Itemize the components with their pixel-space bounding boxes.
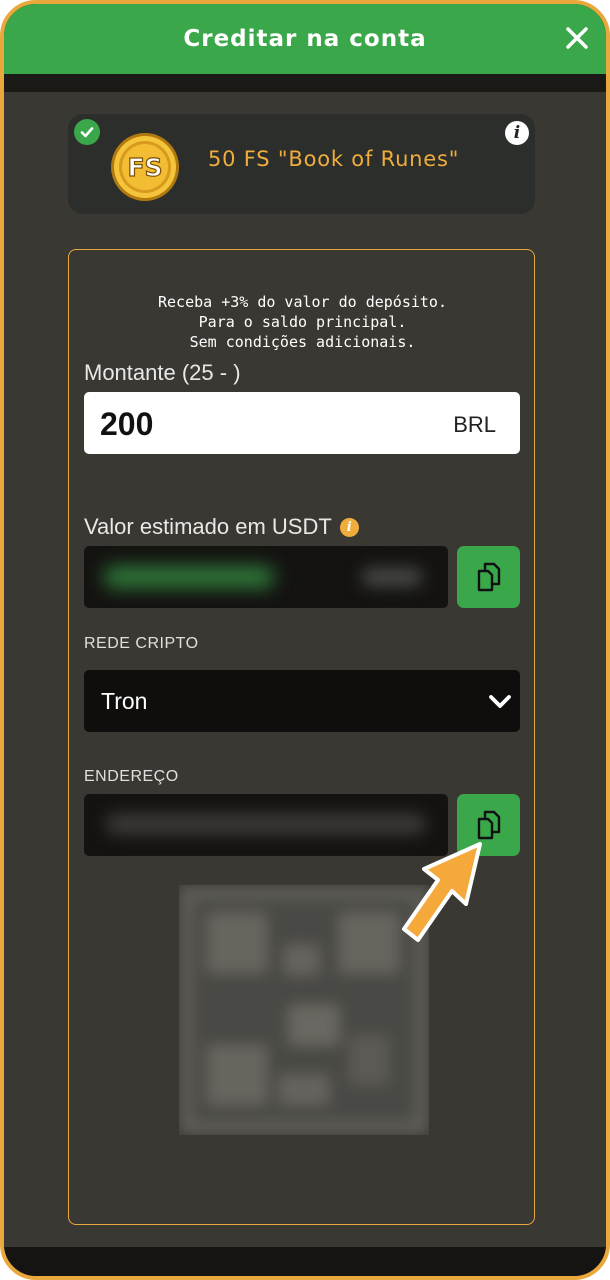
chevron-down-icon: [489, 695, 511, 708]
bonus-card[interactable]: i FS 50 FS "Book of Runes": [68, 114, 535, 214]
qr-code: [179, 885, 429, 1135]
modal-title: Creditar na conta: [183, 26, 427, 52]
usdt-estimate-label: Valor estimado em USDT i: [84, 514, 359, 540]
amount-label: Montante (25 - ): [84, 360, 241, 385]
usdt-estimate-field: [84, 546, 448, 608]
copy-estimate-button[interactable]: [457, 546, 520, 608]
pointing-arrow-icon: [402, 842, 482, 942]
close-icon[interactable]: [562, 23, 592, 53]
network-selected-value: Tron: [101, 688, 148, 714]
promo-line-3: Sem condições adicionais.: [189, 333, 416, 351]
promo-line-1: Receba +3% do valor do depósito.: [158, 293, 447, 311]
info-icon[interactable]: i: [505, 121, 529, 145]
modal-body: i FS 50 FS "Book of Runes" Receba +3% do…: [4, 92, 606, 1247]
address-field: [84, 794, 448, 856]
coin-text: FS: [127, 153, 162, 182]
check-icon: [74, 119, 100, 145]
promo-line-2: Para o saldo principal.: [198, 313, 407, 331]
copy-icon: [477, 562, 500, 592]
address-label: ENDEREÇO: [84, 768, 179, 785]
amount-value: 200: [100, 406, 154, 442]
modal-header: Creditar na conta: [4, 4, 606, 74]
network-label: REDE CRIPTO: [84, 635, 199, 652]
fs-coin-icon: FS: [111, 133, 179, 201]
blurred-value: [104, 566, 274, 588]
blurred-address: [106, 814, 426, 834]
currency-label: BRL: [453, 412, 496, 437]
bottom-bar: [4, 1247, 606, 1276]
network-select[interactable]: Tron: [84, 670, 520, 732]
amount-input[interactable]: 200 BRL: [84, 392, 520, 454]
bonus-title: 50 FS "Book of Runes": [208, 147, 460, 171]
info-icon[interactable]: i: [339, 518, 359, 537]
usdt-estimate-label-text: Valor estimado em USDT: [84, 514, 332, 539]
deposit-form: Receba +3% do valor do depósito. Para o …: [68, 249, 535, 1225]
blurred-unit: [362, 568, 422, 586]
device-frame: Creditar na conta i FS 50 FS "Book of Ru…: [0, 0, 610, 1280]
